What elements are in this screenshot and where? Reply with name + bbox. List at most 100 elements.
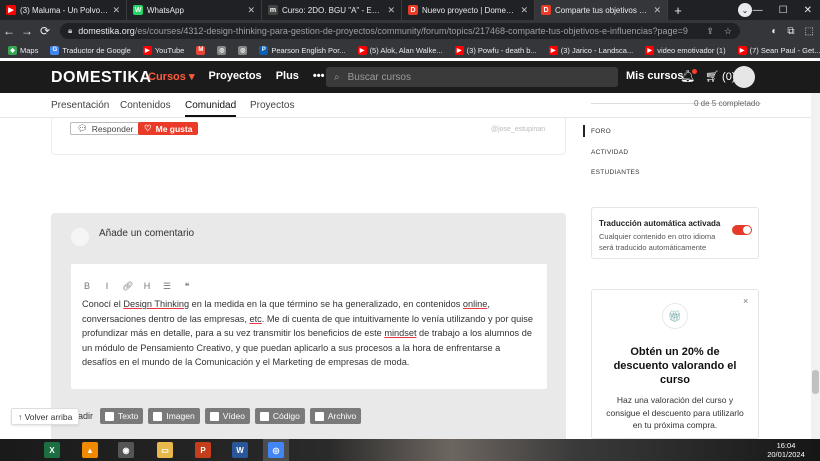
sidebar-item-actividad[interactable]: ACTIVIDAD	[591, 149, 628, 156]
extension-icon[interactable]: ◐	[771, 26, 777, 37]
bookmark-icon: ◎	[238, 45, 248, 55]
bookmark-item[interactable]: ▶ (7) Sean Paul - Get...	[737, 45, 820, 55]
tab-title: WhatsApp	[147, 5, 184, 15]
star-icon[interactable]: ☆	[724, 26, 732, 37]
bookmark-icon: M	[196, 45, 206, 55]
media-icon[interactable]: ◉	[118, 442, 134, 458]
nav-item[interactable]: •••	[313, 70, 325, 83]
scrollbar-thumb[interactable]	[812, 370, 819, 394]
close-icon[interactable]: ✕	[247, 5, 255, 16]
cart-count: 0	[725, 71, 732, 83]
tab-proyectos[interactable]: Proyectos	[250, 100, 294, 111]
maximize-button[interactable]: ☐	[779, 5, 788, 16]
add-comment-title: Añade un comentario	[99, 228, 195, 239]
domestika-logo[interactable]: DOMESTIKA	[51, 69, 152, 87]
translation-toggle[interactable]	[732, 225, 752, 235]
avatar[interactable]	[733, 66, 755, 88]
code-icon	[259, 411, 269, 421]
attach-label: adir	[78, 411, 94, 421]
sidebar-item-estudiantes[interactable]: ESTUDIANTES	[591, 169, 640, 176]
folder-icon[interactable]: ▭	[157, 442, 173, 458]
tab-contenidos[interactable]: Contenidos	[120, 100, 171, 111]
attach-código-button[interactable]: Código	[254, 408, 305, 424]
bookmark-item[interactable]: P Pearson English Por...	[259, 45, 346, 55]
excel-icon[interactable]: X	[44, 442, 60, 458]
tab-comunidad[interactable]: Comunidad	[185, 100, 237, 117]
browser-tab[interactable]: W WhatsApp ✕	[127, 0, 262, 20]
bookmark-item[interactable]: ▶ (3) Powfu - death b...	[454, 45, 537, 55]
close-window-button[interactable]: ✕	[804, 5, 812, 16]
minimize-button[interactable]: —	[753, 5, 763, 16]
back-to-top-button[interactable]: ↑ Volver arriba	[11, 408, 80, 425]
tab-title: Curso: 2DO. BGU "A" - EMPRE...	[282, 5, 384, 15]
search-input[interactable]: ⌕ Buscar cursos	[326, 67, 618, 87]
bookmark-item[interactable]: ▶ (3) Jarico - Landsca...	[548, 45, 633, 55]
comment-author[interactable]: @jose_estupinan	[491, 126, 545, 133]
profile-icon[interactable]: ⬚	[805, 26, 814, 37]
italic-icon[interactable]: I	[102, 281, 112, 292]
url-input[interactable]: 🔒︎ domestika.org/es/courses/4312-design-…	[60, 23, 740, 39]
like-button[interactable]: ♡ Me gusta	[138, 122, 199, 135]
word-icon[interactable]: W	[232, 442, 248, 458]
browser-tab[interactable]: m Curso: 2DO. BGU "A" - EMPRE...✕	[262, 0, 402, 20]
bookmark-item[interactable]: ▶ video emotivador (1)	[645, 45, 726, 55]
close-icon[interactable]: ✕	[653, 5, 661, 16]
file-icon	[314, 411, 324, 421]
bookmark-item[interactable]: ▶ (5) Alok, Alan Walke...	[357, 45, 443, 55]
install-icon[interactable]: ⇪	[706, 26, 714, 37]
back-icon[interactable]: ←	[0, 24, 18, 38]
close-icon[interactable]: ✕	[520, 5, 528, 16]
comment-text[interactable]: Conocí el Design Thinking en la medida e…	[82, 297, 537, 370]
sidebar-item-foro[interactable]: FORO	[591, 128, 611, 135]
browser-tab[interactable]: ▶ (3) Maluma - Un Polvo (Au... ✕	[0, 0, 127, 20]
browser-tab[interactable]: D Comparte tus objetivos e influ... ✕	[535, 0, 668, 20]
browser-tab[interactable]: D Nuevo proyecto | Domestika ✕	[402, 0, 535, 20]
lock-icon: 🔒︎	[68, 26, 73, 35]
new-tab-button[interactable]: +	[668, 0, 688, 20]
attach-imagen-button[interactable]: Imagen	[148, 408, 200, 424]
translation-title: Traducción automática activada	[599, 219, 721, 228]
cart-icon[interactable]: 🛒︎ (0)	[705, 70, 736, 83]
bookmark-item[interactable]: ▶ YouTube	[142, 45, 184, 55]
attach-archivo-button[interactable]: Archivo	[309, 408, 362, 424]
my-courses-link[interactable]: Mis cursos	[626, 70, 683, 82]
bookmark-item[interactable]: ◎	[217, 45, 227, 55]
vlc-icon[interactable]: ▲	[82, 442, 98, 458]
close-icon[interactable]: ✕	[387, 5, 395, 16]
heading-icon[interactable]: H	[142, 281, 152, 292]
sidepanel-icon[interactable]: ⧉	[787, 26, 794, 37]
attach-texto-button[interactable]: Texto	[100, 408, 144, 424]
url-host: domestika.org	[78, 26, 135, 36]
chrome-icon[interactable]: ◎	[268, 442, 284, 458]
text-run: Conocí el	[82, 299, 124, 309]
tab-search-icon[interactable]: ⌄	[738, 3, 752, 17]
omnibox-icons: ⇪ ☆	[706, 23, 732, 39]
forward-icon[interactable]: →	[18, 24, 36, 38]
bookmark-item[interactable]: ◆ Maps	[8, 45, 38, 55]
bookmark-item[interactable]: ◎	[238, 45, 248, 55]
bookmark-item[interactable]: G Traductor de Google	[50, 45, 131, 55]
tab-presentación[interactable]: Presentación	[51, 100, 109, 111]
close-icon[interactable]: ×	[743, 296, 748, 306]
reload-icon[interactable]: ⟳	[36, 24, 54, 38]
address-bar: ← → ⟳ 🔒︎ domestika.org/es/courses/4312-d…	[0, 20, 820, 42]
reply-button[interactable]: 💬︎ Responder	[70, 122, 141, 135]
nav-item[interactable]: Proyectos	[208, 70, 261, 83]
quote-icon[interactable]: ❝	[182, 281, 192, 292]
image-icon	[153, 411, 163, 421]
link-icon[interactable]: 🔗︎	[122, 281, 133, 292]
powerpoint-icon[interactable]: P	[195, 442, 211, 458]
nav-item[interactable]: Cursos ▾	[148, 70, 194, 83]
clock-time: 16:04	[776, 441, 796, 450]
bold-icon[interactable]: B	[82, 281, 92, 292]
attach-vídeo-button[interactable]: Vídeo	[204, 408, 250, 424]
list-icon[interactable]: ☰	[162, 281, 172, 292]
close-icon[interactable]: ✕	[112, 5, 120, 16]
bell-icon[interactable]: 🔔︎	[680, 69, 698, 83]
bookmark-icon: ▶	[737, 45, 747, 55]
bookmark-icon: ◆	[8, 45, 17, 55]
site-header: DOMESTIKA Cursos ▾ Proyectos Plus ••• ⌕ Bus…	[0, 61, 820, 93]
bookmark-item[interactable]: M	[196, 45, 206, 55]
nav-item[interactable]: Plus	[276, 70, 299, 83]
system-clock[interactable]: 16:04 20/01/2024	[756, 441, 816, 459]
